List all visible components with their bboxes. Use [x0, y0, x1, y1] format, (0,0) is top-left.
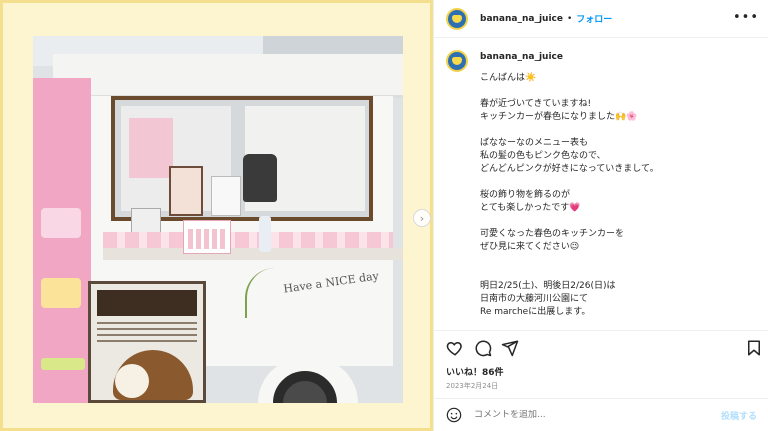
service-window: [111, 96, 373, 221]
more-options-icon[interactable]: •••: [733, 10, 759, 25]
share-icon[interactable]: [501, 339, 519, 357]
avatar[interactable]: [446, 50, 468, 72]
caption-line: [480, 176, 659, 189]
emoji-icon[interactable]: [446, 407, 462, 423]
comment-bar: 投稿する: [434, 398, 768, 431]
kettle: [243, 154, 277, 202]
caption-line: [480, 254, 659, 267]
caption-line: 可愛くなった春色のキッチンカーを: [480, 229, 625, 239]
banana-logo-icon: [452, 57, 462, 65]
caption-line: 日南市の大藤河川公園にて: [480, 294, 589, 304]
caption-line: [480, 124, 659, 137]
caption-line: 春が近づいてきていますね!: [480, 99, 592, 109]
curry-poster: [88, 281, 206, 403]
follow-button[interactable]: フォロー: [576, 12, 612, 25]
caption-line: ぜひ見に来てください😉: [480, 242, 580, 252]
caption-line: [480, 319, 659, 330]
pink-menu-board: [33, 78, 91, 403]
heart-icon[interactable]: [446, 339, 464, 357]
caption-line: Re marcheに出展します。: [480, 307, 591, 317]
caption-line: 私の髪の色もピンク色なので、: [480, 151, 606, 161]
comment-input[interactable]: [474, 410, 704, 420]
caption-text: こんばんは☀️ 春が近づいてきていますね! キッチンカーが春色になりました🙌🌸 ばなな…: [480, 72, 659, 330]
menu-card: [169, 166, 203, 216]
counter-shelf: [103, 248, 403, 260]
post-date: 2023年2月24日: [446, 382, 499, 390]
post-header: banana_na_juice • フォロー •••: [434, 0, 768, 38]
caption-line: 明日2/25(土)、明後日2/26(日)は: [480, 281, 616, 291]
caption-area[interactable]: banana_na_juice こんばんは☀️ 春が近づいてきていますね! キッチン…: [434, 40, 768, 330]
like-count[interactable]: いいね！86件: [446, 365, 504, 378]
avatar[interactable]: [446, 7, 468, 30]
caption-line: とても楽しかったです💗: [480, 203, 581, 213]
caption-line: [480, 215, 659, 228]
comment-icon[interactable]: [474, 339, 492, 357]
post-comment-button[interactable]: 投稿する: [721, 409, 757, 422]
caption-line: どんどんピンクが好きになっていきまして。: [480, 164, 659, 174]
caption-body: banana_na_juice こんばんは☀️ 春が近づいてきていますね! キッチン…: [480, 50, 659, 330]
calendar-card: [183, 220, 231, 254]
bookmark-icon[interactable]: [745, 339, 763, 357]
caption-line: キッチンカーが春色になりました🙌🌸: [480, 112, 638, 122]
caption-line: [480, 267, 659, 280]
truck-awning: [53, 54, 403, 98]
post-image[interactable]: Have a NICE day: [33, 36, 403, 403]
caption-line: [480, 85, 659, 98]
bottle: [259, 216, 271, 252]
caption-line: ばななーなのメニュー表も: [480, 138, 589, 148]
action-bar: いいね！86件 2023年2月24日: [434, 330, 768, 405]
caption-username[interactable]: banana_na_juice: [480, 52, 659, 62]
username-link[interactable]: banana_na_juice: [480, 14, 563, 24]
post-image-frame: Have a NICE day ›: [0, 0, 433, 431]
menu-card: [211, 176, 241, 216]
caption-line: 桜の飾り物を飾るのが: [480, 190, 571, 200]
separator-dot: •: [566, 13, 573, 24]
post-sidebar: banana_na_juice • フォロー ••• banana_na_jui…: [433, 0, 768, 431]
banana-logo-icon: [452, 14, 462, 23]
caption-line: こんばんは☀️: [480, 73, 537, 83]
chevron-right-icon[interactable]: ›: [413, 209, 431, 227]
